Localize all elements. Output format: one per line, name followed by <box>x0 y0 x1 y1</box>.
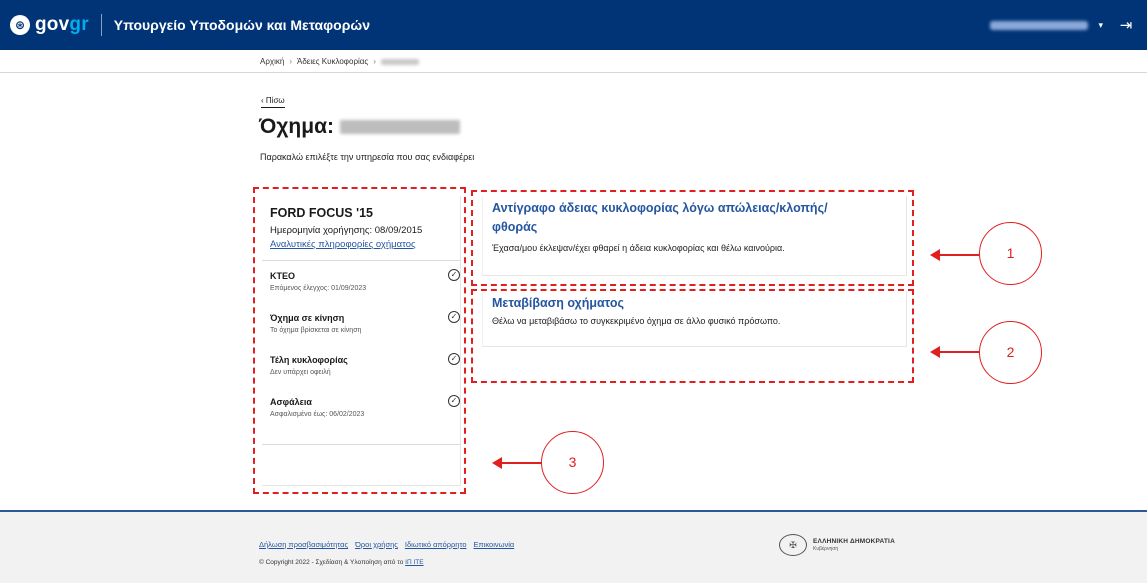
logo-text-gr: gr <box>69 14 89 35</box>
footer-link-contact[interactable]: Επικοινωνία <box>474 540 515 549</box>
annotation-marker-2: 2 <box>979 321 1042 384</box>
chevron-down-icon: ▾ <box>1098 19 1103 30</box>
copyright: © Copyright 2022 - Σχεδίαση & Υλοποίηση … <box>259 559 424 566</box>
annotation-arrow-2 <box>930 346 979 358</box>
footer-links: Δήλωση προσβασιμότητας Όροι χρήσης Ιδιωτ… <box>259 540 514 549</box>
footer-link-privacy[interactable]: Ιδιωτικό απόρρητο <box>405 540 467 549</box>
breadcrumb: Αρχική › Άδειες Κυκλοφορίας › <box>260 57 419 66</box>
annotation-marker-3: 3 <box>541 431 604 494</box>
hellenic-republic-logo: ✠ ΕΛΛΗΝΙΚΗ ΔΗΜΟΚΡΑΤΙΑ Κυβέρνηση <box>779 534 895 556</box>
user-name-redacted <box>990 20 1089 30</box>
logo-text-gov: gov <box>35 14 70 35</box>
footer-link-terms[interactable]: Όροι χρήσης <box>355 540 398 549</box>
govgr-emblem-icon: ⊛ <box>10 15 30 35</box>
user-menu[interactable]: ▾ <box>990 0 1103 50</box>
footer: Δήλωση προσβασιμότητας Όροι χρήσης Ιδιωτ… <box>0 510 1147 583</box>
page-title-label: Όχημα: <box>259 115 334 138</box>
gov-logo-line1: ΕΛΛΗΝΙΚΗ ΔΗΜΟΚΡΑΤΙΑ <box>813 538 895 545</box>
breadcrumb-home[interactable]: Αρχική <box>260 57 284 66</box>
copyright-text: © Copyright 2022 - Σχεδίαση & Υλοποίηση … <box>259 559 404 566</box>
page-title: Όχημα: <box>259 115 460 139</box>
breadcrumb-bar: Αρχική › Άδειες Κυκλοφορίας › <box>0 50 1147 73</box>
breadcrumb-separator: › <box>289 57 292 66</box>
breadcrumb-separator: › <box>373 57 376 66</box>
logout-icon[interactable]: ⇥ <box>1117 16 1135 34</box>
gov-logo-line2: Κυβέρνηση <box>813 546 839 552</box>
ministry-title: Υπουργείο Υποδομών και Μεταφορών <box>113 17 371 33</box>
annotation-box-1 <box>471 190 914 286</box>
breadcrumb-plate-redacted <box>380 58 419 65</box>
breadcrumb-licences[interactable]: Άδειες Κυκλοφορίας <box>297 57 368 66</box>
govgr-logo[interactable]: ⊛ govgr <box>10 14 89 36</box>
header-divider <box>100 14 102 36</box>
annotation-box-3 <box>253 187 466 494</box>
greek-coat-of-arms-icon: ✠ <box>779 534 807 556</box>
annotation-marker-1: 1 <box>979 222 1042 285</box>
annotation-arrow-3 <box>492 457 541 469</box>
plate-number-redacted <box>340 120 460 134</box>
top-bar: ⊛ govgr Υπουργείο Υποδομών και Μεταφορών… <box>0 0 1147 50</box>
annotation-arrow-1 <box>930 249 979 261</box>
footer-link-accessibility[interactable]: Δήλωση προσβασιμότητας <box>259 540 348 549</box>
copyright-link[interactable]: ΙΠ ΙΤΕ <box>405 559 423 566</box>
back-link[interactable]: ‹ Πίσω <box>261 96 285 108</box>
page-subtitle: Παρακαλώ επιλέξτε την υπηρεσία που σας ε… <box>260 152 475 162</box>
annotation-box-2 <box>471 289 914 383</box>
